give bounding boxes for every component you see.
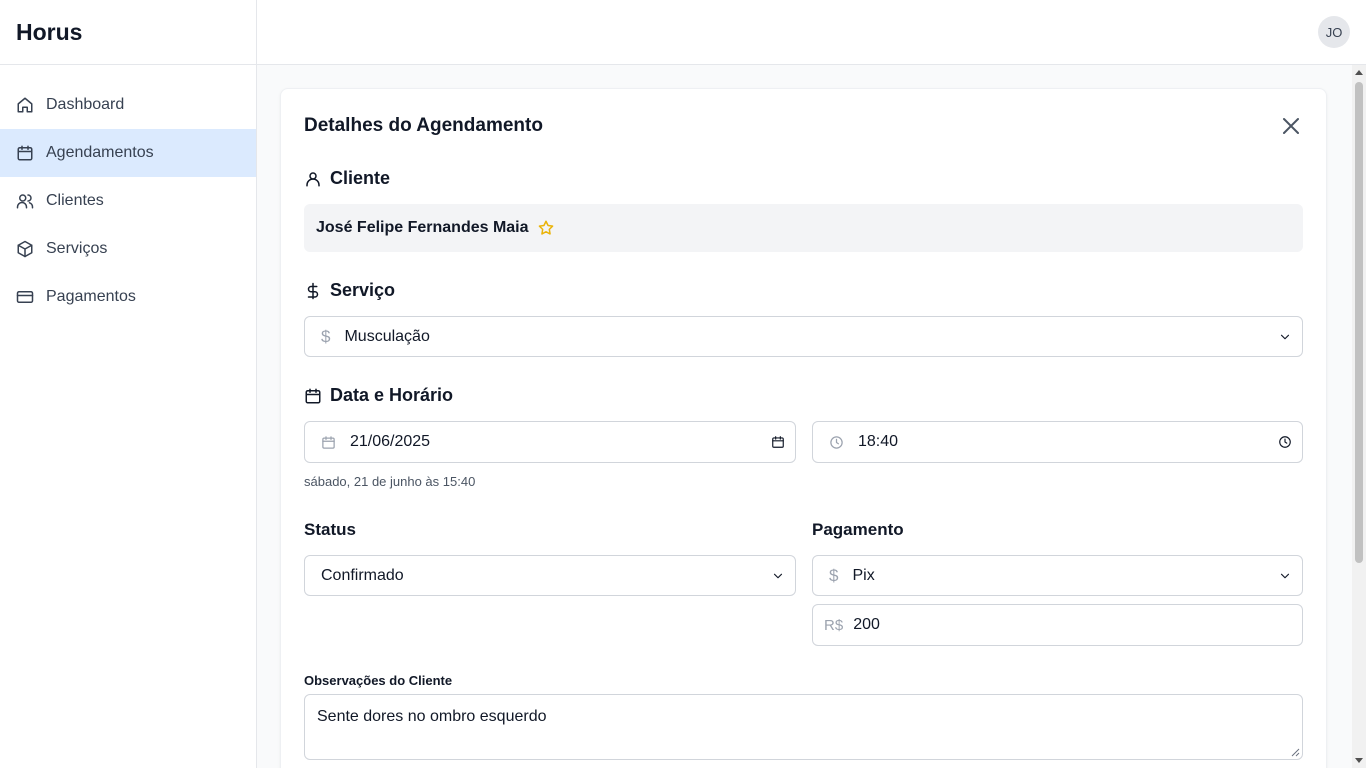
time-input-value: 18:40 [858, 433, 899, 450]
servico-heading-label: Serviço [330, 280, 396, 300]
sidebar-item-label: Pagamentos [46, 288, 136, 305]
pagamento-label: Pagamento [812, 520, 904, 539]
sidebar-item-agendamentos[interactable]: Agendamentos [0, 129, 256, 177]
payment-method-select[interactable]: $ Pix [812, 555, 1303, 596]
payment-amount-input[interactable]: R$ 200 [812, 604, 1303, 646]
sidebar-item-pagamentos[interactable]: Pagamentos [0, 273, 256, 321]
calendar-icon [17, 145, 33, 161]
status-label: Status [304, 520, 356, 539]
avatar[interactable]: JO [1318, 16, 1350, 48]
currency-prefix: R$ [824, 616, 844, 634]
servico-section-heading: Serviço [304, 280, 395, 301]
calendar-picker-icon[interactable] [771, 435, 785, 449]
calendar-icon [305, 388, 321, 403]
sidebar-item-dashboard[interactable]: Dashboard [0, 81, 256, 129]
date-input[interactable]: 21/06/2025 [304, 421, 796, 463]
observacoes-text: Sente dores no ombro esquerdo [317, 708, 547, 725]
clock-picker-icon[interactable] [1278, 435, 1292, 449]
star-icon[interactable] [537, 219, 555, 237]
payment-method-value: Pix [852, 566, 875, 584]
client-name-box: José Felipe Fernandes Maia [304, 204, 1303, 252]
data-horario-section-heading: Data e Horário [304, 385, 453, 406]
calendar-prefix-icon [321, 435, 336, 450]
scroll-up-arrow-icon[interactable] [1355, 70, 1363, 75]
time-input[interactable]: 18:40 [812, 421, 1303, 463]
status-select[interactable]: Confirmado [304, 555, 796, 596]
user-icon [306, 171, 320, 186]
sidebar-item-servicos[interactable]: Serviços [0, 225, 256, 273]
chevron-down-icon [1278, 330, 1292, 344]
client-name: José Felipe Fernandes Maia [316, 219, 529, 236]
home-icon [17, 97, 33, 113]
service-select[interactable]: $ Musculação [304, 316, 1303, 357]
package-icon [17, 240, 33, 258]
payment-amount-value: 200 [853, 616, 880, 633]
dollar-prefix-icon: $ [829, 565, 839, 585]
observacoes-textarea[interactable]: Sente dores no ombro esquerdo [304, 694, 1303, 760]
chevron-down-icon [771, 569, 785, 583]
sidebar-nav: Dashboard Agendamentos Clientes Serviços… [0, 65, 256, 321]
observacoes-label: Observações do Cliente [304, 673, 453, 688]
resize-grip-icon[interactable] [1291, 748, 1300, 757]
chevron-down-icon [1278, 569, 1292, 583]
users-icon [16, 194, 34, 209]
data-horario-heading-label: Data e Horário [330, 385, 454, 405]
sidebar-item-label: Agendamentos [46, 144, 154, 161]
service-select-value: Musculação [344, 327, 430, 345]
scrollbar-thumb[interactable] [1355, 82, 1363, 563]
page-scrollbar[interactable] [1352, 65, 1366, 768]
clock-prefix-icon [829, 435, 844, 450]
sidebar: Horus Dashboard Agendamentos Clientes Se… [0, 0, 257, 768]
sidebar-item-label: Clientes [46, 192, 104, 209]
dollar-icon [307, 282, 319, 299]
date-helper-text: sábado, 21 de junho às 15:40 [304, 474, 476, 489]
brand-logo: Horus [0, 0, 256, 65]
dollar-prefix-icon: $ [321, 326, 331, 346]
top-bar: JO [257, 0, 1366, 65]
dialog-title: Detalhes do Agendamento [304, 115, 543, 136]
scroll-down-arrow-icon[interactable] [1355, 758, 1363, 763]
cliente-section-heading: Cliente [304, 168, 390, 189]
sidebar-item-label: Dashboard [46, 96, 125, 113]
cliente-heading-label: Cliente [330, 168, 391, 188]
sidebar-item-clientes[interactable]: Clientes [0, 177, 256, 225]
credit-card-icon [16, 291, 34, 303]
sidebar-item-label: Serviços [46, 240, 108, 257]
status-select-value: Confirmado [321, 566, 404, 584]
close-icon [1283, 118, 1299, 134]
date-input-value: 21/06/2025 [350, 433, 431, 450]
close-button[interactable] [1280, 115, 1302, 137]
